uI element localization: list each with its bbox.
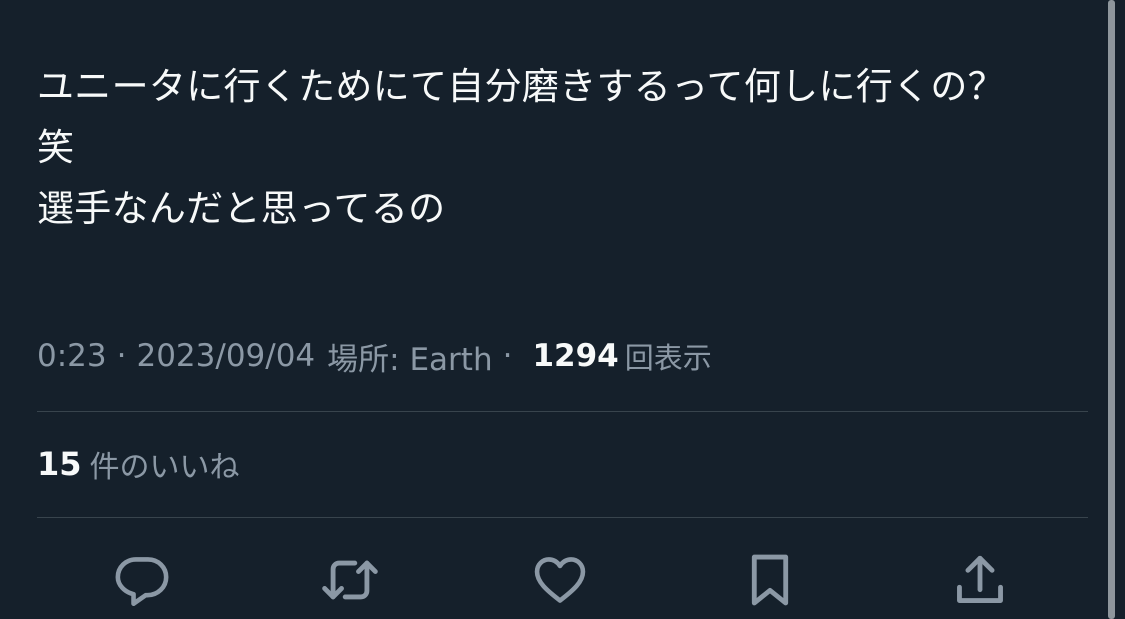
views-count: 1294 [532, 338, 619, 374]
likes-label: 件のいいね [89, 450, 240, 485]
share-button[interactable] [948, 548, 1012, 612]
action-bar [0, 548, 1100, 612]
tweet-text-line-3: 選手なんだと思ってるの [37, 187, 446, 230]
bookmark-icon [751, 554, 789, 606]
share-icon [957, 555, 1003, 603]
tweet-text-line-1: ユニータに行くためにて自分磨きするって何しに行くの？ [37, 65, 1005, 108]
retweet-button[interactable] [318, 548, 382, 612]
tweet-body: ユニータに行くためにて自分磨きするって何しに行くの？ 笑 選手なんだと思ってるの [37, 56, 1097, 239]
reply-button[interactable] [110, 548, 174, 612]
like-button[interactable] [528, 548, 592, 612]
heart-icon [534, 557, 586, 603]
scrollbar[interactable] [1108, 0, 1115, 619]
divider [37, 517, 1088, 518]
tweet-date[interactable]: 2023/09/04 [136, 338, 315, 374]
tweet-time[interactable]: 0:23 [37, 338, 107, 374]
tweet-location: 場所: Earth [327, 341, 493, 378]
meta-separator: · [502, 338, 513, 374]
likes-count: 15 [37, 445, 82, 483]
tweet-text-line-2: 笑 [37, 126, 75, 169]
reply-icon [115, 557, 169, 606]
tweet-detail-screen: ユニータに行くためにて自分磨きするって何しに行くの？ 笑 選手なんだと思ってるの… [0, 0, 1125, 619]
views-label: 回表示 [624, 341, 712, 375]
tweet-meta: 0:23 · 2023/09/04 場所: Earth · 1294 回表示 [37, 334, 712, 378]
bookmark-button[interactable] [738, 548, 802, 612]
retweet-icon [322, 560, 378, 600]
likes-summary[interactable]: 15 件のいいね [37, 442, 240, 486]
meta-separator: · [116, 338, 127, 374]
divider [37, 411, 1088, 412]
